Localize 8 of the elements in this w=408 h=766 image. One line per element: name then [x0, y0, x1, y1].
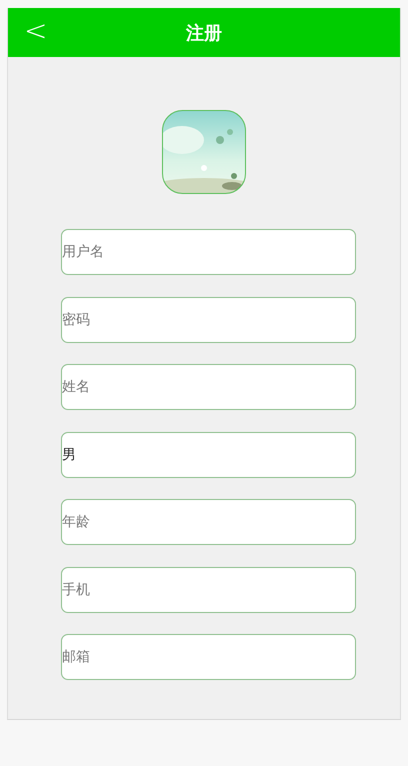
input-field[interactable]: 手机	[61, 566, 356, 612]
input-field[interactable]: 用户名	[61, 229, 356, 275]
input-field[interactable]: 密码	[61, 296, 356, 342]
input-field[interactable]: 年龄	[61, 499, 356, 545]
input-field[interactable]: 男	[61, 432, 356, 478]
page-title: 注册	[186, 22, 222, 44]
input-field[interactable]: 姓名	[61, 364, 356, 410]
input-field[interactable]: 邮箱	[61, 634, 356, 680]
